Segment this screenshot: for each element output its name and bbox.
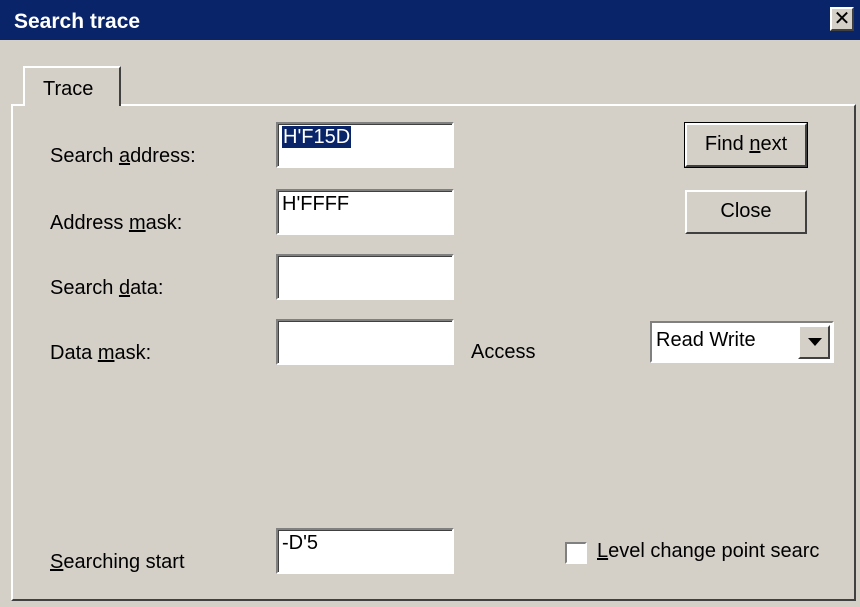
search-data-label: Search data: — [50, 277, 164, 299]
access-select-value: Read Write — [656, 329, 756, 351]
address-mask-value: H'FFFF — [282, 193, 350, 215]
data-mask-input[interactable] — [276, 319, 454, 365]
tab-trace-label: Trace — [43, 78, 94, 100]
address-mask-input[interactable]: H'FFFF — [276, 189, 454, 235]
search-address-label: Search address: — [50, 145, 196, 167]
search-address-value: H'F15D — [282, 126, 352, 148]
searching-start-input[interactable]: -D'5 — [276, 528, 454, 574]
find-next-button[interactable]: Find next — [684, 122, 808, 168]
close-window-button[interactable]: ✕ — [830, 7, 854, 31]
search-data-input[interactable] — [276, 254, 454, 300]
title-bar: Search trace ✕ — [0, 0, 860, 40]
level-change-checkbox[interactable] — [565, 542, 587, 564]
search-address-input[interactable]: H'F15D — [276, 122, 454, 168]
address-mask-label: Address mask: — [50, 212, 183, 234]
data-mask-label: Data mask: — [50, 342, 152, 364]
close-button[interactable]: Close — [685, 190, 807, 234]
close-icon: ✕ — [833, 6, 851, 30]
level-change-label[interactable]: Level change point searc — [597, 540, 835, 563]
window-title: Search trace — [14, 10, 141, 33]
searching-start-value: -D'5 — [282, 532, 319, 554]
tab-trace[interactable]: Trace — [23, 66, 121, 106]
searching-start-label: Searching start — [50, 551, 185, 573]
access-select[interactable]: Read Write — [650, 321, 834, 363]
access-label: Access — [471, 341, 536, 363]
chevron-down-icon[interactable] — [798, 325, 830, 359]
